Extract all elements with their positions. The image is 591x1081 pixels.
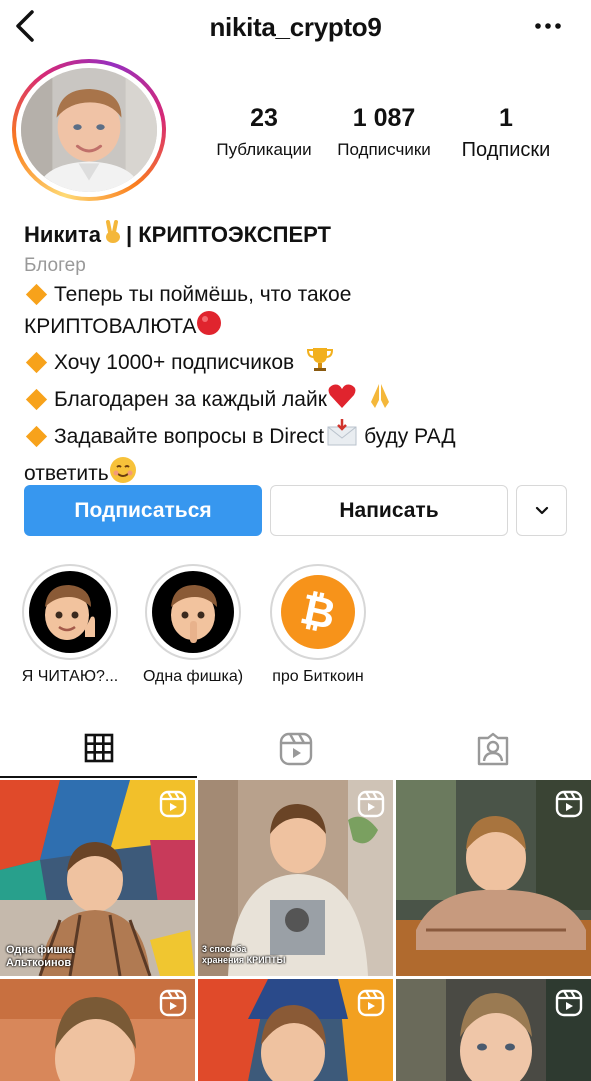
bio-line-text: буду РАД: [364, 425, 456, 449]
highlight-item[interactable]: Я ЧИТАЮ?...: [22, 564, 118, 685]
followers-label: Подписчики: [337, 140, 431, 159]
following-count: 1: [499, 104, 513, 132]
followers-stat[interactable]: 1 087 Подписчики: [328, 102, 440, 162]
orange-diamond-icon: [25, 351, 48, 373]
tagged-icon: [477, 732, 508, 766]
caption-line: хранения КРИПТЫ: [202, 955, 286, 965]
grid-icon: [84, 733, 113, 763]
chevron-down-icon: [535, 506, 548, 514]
bio-line: Хочу 1000+ подписчиков: [24, 345, 584, 382]
bio-line-text: Задавайте вопросы в Direct: [54, 425, 325, 449]
post-caption: 3 способа хранения КРИПТЫ: [202, 944, 285, 966]
tab-tagged[interactable]: [394, 720, 591, 778]
red-heart-emoji-icon: [327, 382, 357, 419]
profile-stats: 23 Публикации 1 087 Подписчики 1 Подписк…: [200, 102, 570, 168]
envelope-emoji-icon: [326, 419, 358, 456]
reels-icon: [279, 732, 312, 766]
follow-button[interactable]: Подписаться: [24, 485, 262, 536]
bio-line-text: ответить: [24, 462, 109, 486]
tab-posts-grid[interactable]: [0, 720, 197, 778]
bio-line: КРИПТОВАЛЮТА: [24, 310, 584, 345]
suggested-accounts-button[interactable]: [516, 485, 567, 536]
caption-line: Альткоинов: [6, 957, 72, 969]
profile-display-name: Никита | КРИПТОЭКСПЕРТ: [24, 220, 584, 252]
post-tile[interactable]: [198, 979, 393, 1081]
bio-line-text: Хочу 1000+ подписчиков: [54, 351, 295, 375]
post-tile[interactable]: [0, 979, 195, 1081]
bio-line: Задавайте вопросы в Direct буду РАД: [24, 419, 584, 456]
following-stat[interactable]: 1 Подписки: [450, 102, 562, 162]
bitcoin-icon: ₿: [277, 571, 359, 653]
red-circle-emoji-icon: [196, 310, 222, 345]
trophy-emoji-icon: [306, 345, 334, 382]
following-label: Подписки: [461, 139, 551, 161]
highlight-item[interactable]: ₿ про Биткоин: [270, 564, 366, 685]
post-tile[interactable]: [396, 780, 591, 976]
orange-diamond-icon: [25, 283, 48, 305]
orange-diamond-icon: [25, 425, 48, 447]
reels-icon: [555, 790, 583, 818]
bio-line-text: КРИПТОВАЛЮТА: [24, 315, 197, 339]
posts-grid: Одна фишка Альткоинов 3 способа хранения К…: [0, 780, 591, 1081]
profile-username: nikita_crypto9: [209, 12, 382, 42]
reels-icon: [555, 989, 583, 1017]
bio-line-text: Благодарен за каждый лайк: [54, 388, 327, 412]
bio-line-text: Теперь ты поймёшь, что такое: [54, 283, 352, 307]
profile-tabs: [0, 720, 591, 778]
tab-reels[interactable]: [197, 720, 394, 778]
reels-icon: [357, 790, 385, 818]
caption-line: 3 способа: [202, 944, 247, 954]
posts-label: Публикации: [216, 140, 312, 159]
victory-hand-emoji-icon: [103, 220, 123, 252]
message-button[interactable]: Написать: [270, 485, 508, 536]
profile-bio: Никита | КРИПТОЭКСПЕРТ Блогер Теперь ты …: [24, 220, 584, 493]
post-tile[interactable]: Одна фишка Альткоинов: [0, 780, 195, 976]
avatar-photo: [21, 68, 157, 192]
folded-hands-emoji-icon: [367, 382, 393, 419]
post-caption: Одна фишка Альткоинов: [6, 944, 74, 970]
highlight-item[interactable]: Одна фишка): [143, 564, 243, 685]
followers-count: 1 087: [352, 104, 416, 132]
display-name-suffix: | КРИПТОЭКСПЕРТ: [125, 222, 331, 247]
display-name-text: Никита: [24, 222, 101, 247]
reels-icon: [159, 790, 187, 818]
bio-line: Благодарен за каждый лайк: [24, 382, 584, 419]
profile-category: Блогер: [24, 255, 86, 277]
posts-count: 23: [250, 104, 278, 132]
memoji-shush-icon: [152, 571, 234, 653]
bio-line: Теперь ты поймёшь, что такое: [24, 280, 584, 310]
memoji-thumbs-up-icon: [29, 571, 111, 653]
post-tile[interactable]: 3 способа хранения КРИПТЫ: [198, 780, 393, 976]
reels-icon: [159, 989, 187, 1017]
orange-diamond-icon: [25, 388, 48, 410]
highlight-label: про Биткоин: [272, 668, 364, 685]
post-tile[interactable]: [396, 979, 591, 1081]
top-bar: nikita_crypto9: [0, 0, 591, 56]
reels-icon: [357, 989, 385, 1017]
more-options-icon[interactable]: [533, 14, 563, 38]
caption-line: Одна фишка: [6, 944, 75, 956]
posts-stat[interactable]: 23 Публикации: [208, 102, 320, 162]
profile-avatar[interactable]: [12, 59, 166, 201]
